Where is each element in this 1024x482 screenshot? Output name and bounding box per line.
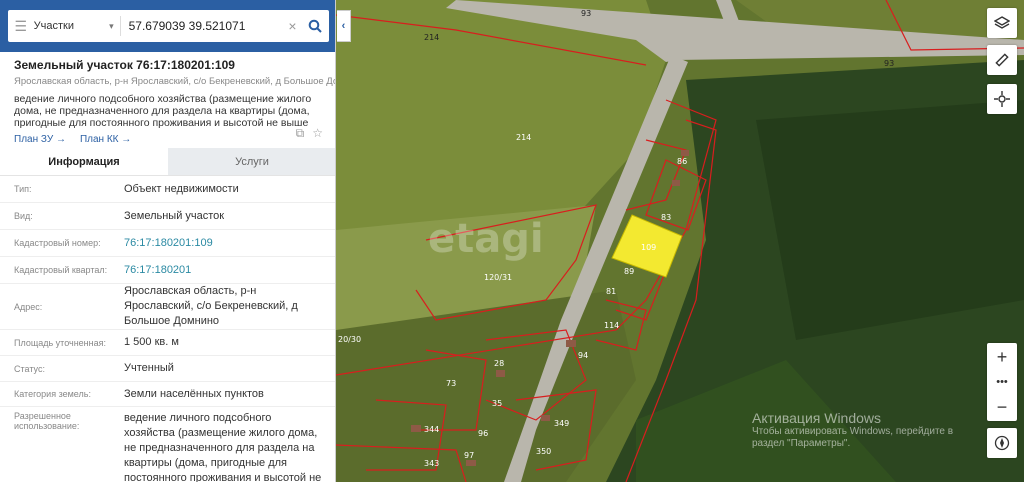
compass-button[interactable] — [987, 428, 1017, 458]
plot-label-97: 97 — [464, 451, 474, 460]
info-value: Земельный участок — [124, 209, 225, 222]
layers-icon — [994, 16, 1010, 29]
plot-label-86: 86 — [677, 157, 687, 166]
info-key: Тип: — [14, 184, 32, 194]
info-value: Учтенный — [124, 362, 174, 374]
compass-icon — [994, 435, 1010, 451]
tab-info[interactable]: Информация — [0, 148, 168, 175]
star-icon[interactable]: ☆ — [312, 126, 323, 141]
plot-label-120-31: 120/31 — [484, 273, 512, 282]
search-bar: ☰ Участки ▾ × — [0, 0, 335, 52]
search-type-select[interactable]: Участки ▾ — [34, 16, 121, 36]
info-row-address: Адрес: Ярославская область, р-н Ярославс… — [0, 284, 335, 330]
zoom-controls: + ••• − — [987, 343, 1017, 421]
plot-actions: ⧉ ☆ — [296, 126, 323, 141]
watermark-title: Активация Windows — [752, 410, 882, 426]
info-row-land-category: Категория земель: Земли населённых пункт… — [0, 382, 335, 407]
road-label-214: 214 — [424, 33, 439, 42]
etagi-watermark-logo: etagi — [428, 216, 544, 262]
info-value: 1 500 кв. м — [124, 336, 179, 348]
info-key: Площадь уточненная: — [14, 337, 106, 348]
plot-label-214: 214 — [516, 133, 531, 142]
ruler-icon — [995, 53, 1009, 67]
search-type-label: Участки — [33, 20, 74, 32]
info-row-kind: Вид: Земельный участок — [0, 203, 335, 230]
info-panel: ☰ Участки ▾ × Земельный участок 76:17:18… — [0, 0, 336, 482]
copy-icon[interactable]: ⧉ — [296, 126, 305, 141]
info-key: Разрешенное использование: — [14, 411, 80, 431]
info-key: Кадастровый номер: — [14, 238, 101, 248]
info-value: Объект недвижимости — [124, 182, 239, 195]
plot-label-109: 109 — [641, 243, 656, 252]
info-row-status: Статус: Учтенный — [0, 356, 335, 382]
cadastral-quarter-link[interactable]: 76:17:180201 — [124, 263, 324, 278]
search-box: ☰ Участки ▾ × — [8, 10, 329, 42]
road-label-93b: 93 — [884, 59, 894, 68]
windows-activation-watermark: Активация Windows Чтобы активировать Win… — [752, 410, 982, 450]
plot-links: План ЗУ → План КК → — [14, 134, 322, 145]
ruler-button[interactable] — [987, 45, 1017, 75]
plot-address: Ярославская область, р-н Ярославский, с/… — [14, 76, 336, 87]
plot-label-114: 114 — [604, 321, 619, 330]
info-row-cadastral-quarter: Кадастровый квартал: 76:17:180201 — [0, 257, 335, 284]
info-value: Земли населённых пунктов — [124, 387, 264, 400]
info-key: Кадастровый квартал: — [14, 265, 108, 275]
plot-label-349: 349 — [554, 419, 569, 428]
watermark-text: Чтобы активировать Windows, перейдите в … — [752, 426, 954, 449]
plan-kk-link[interactable]: План КК → — [80, 134, 131, 145]
info-key: Адрес: — [14, 301, 43, 312]
plot-label-89: 89 — [624, 267, 634, 276]
chevron-down-icon: ▾ — [109, 20, 114, 31]
plot-label-81: 81 — [606, 287, 616, 296]
plot-label-20-30: 20/30 — [338, 335, 361, 344]
info-row-area: Площадь уточненная: 1 500 кв. м — [0, 330, 335, 356]
plot-label-94: 94 — [578, 351, 588, 360]
zoom-more-icon[interactable]: ••• — [996, 377, 1008, 388]
plot-label-343: 343 — [424, 459, 439, 468]
zoom-in-button[interactable]: + — [997, 347, 1008, 367]
plot-header: Земельный участок 76:17:180201:109 Яросл… — [0, 52, 336, 145]
plot-title: Земельный участок 76:17:180201:109 — [14, 58, 235, 72]
plot-label-96: 96 — [478, 429, 488, 438]
collapse-panel-button[interactable]: ‹ — [337, 10, 351, 42]
search-icon — [308, 19, 322, 33]
app-root: 93 93 214 214 86 83 109 89 81 114 120/31… — [0, 0, 1024, 482]
plot-label-350: 350 — [536, 447, 551, 456]
road-label-93a: 93 — [581, 9, 591, 18]
info-row-permitted-use: Разрешенное использование: ведение лично… — [0, 407, 335, 482]
plot-description: ведение личного подсобного хозяйства (ра… — [14, 93, 312, 129]
info-row-type: Тип: Объект недвижимости — [0, 176, 335, 203]
tabs: Информация Услуги — [0, 148, 335, 176]
info-value: Ярославская область, р-н Ярославский, с/… — [124, 285, 298, 327]
info-key: Категория земель: — [14, 389, 91, 399]
info-key: Вид: — [14, 211, 33, 221]
info-value: ведение личного подсобного хозяйства (ра… — [124, 412, 322, 482]
crosshair-icon — [994, 91, 1010, 107]
clear-icon[interactable]: × — [284, 18, 302, 34]
plot-label-83: 83 — [661, 213, 671, 222]
info-key: Статус: — [14, 363, 45, 374]
menu-icon[interactable]: ☰ — [8, 10, 34, 42]
plot-label-35: 35 — [492, 399, 502, 408]
plot-label-28: 28 — [494, 359, 504, 368]
locate-button[interactable] — [987, 84, 1017, 114]
tab-services[interactable]: Услуги — [168, 148, 335, 175]
search-input[interactable] — [120, 12, 284, 40]
plot-label-344: 344 — [424, 425, 439, 434]
cadastral-number-link[interactable]: 76:17:180201:109 — [124, 236, 324, 251]
plot-label-73: 73 — [446, 379, 456, 388]
chevron-left-icon: ‹ — [341, 20, 346, 32]
layers-button[interactable] — [987, 8, 1017, 38]
search-button[interactable] — [301, 19, 329, 33]
info-list: Тип: Объект недвижимости Вид: Земельный … — [0, 176, 335, 482]
zoom-out-button[interactable]: − — [997, 397, 1008, 417]
plan-zu-link[interactable]: План ЗУ → — [14, 134, 66, 145]
info-row-cadastral-number: Кадастровый номер: 76:17:180201:109 — [0, 230, 335, 257]
